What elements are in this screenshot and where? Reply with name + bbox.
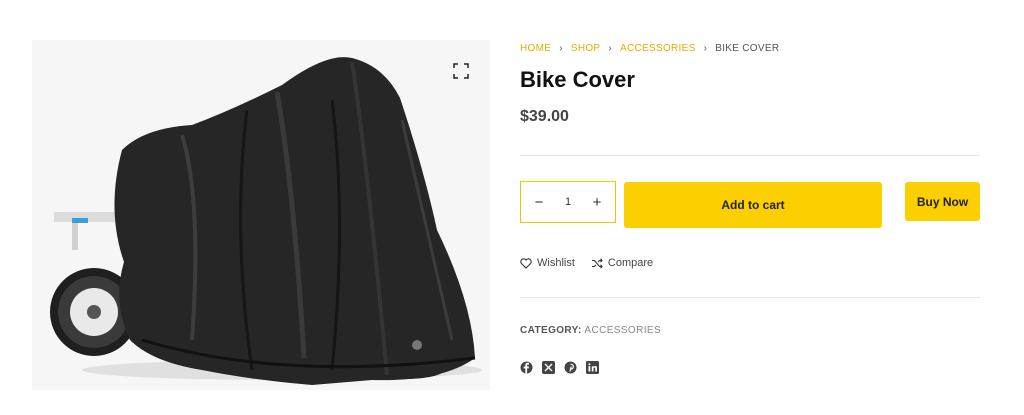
product-gallery[interactable] [32, 40, 490, 390]
compare-button[interactable]: Compare [591, 257, 653, 269]
product-actions: Wishlist Compare [520, 257, 669, 269]
pinterest-icon[interactable] [564, 361, 577, 374]
wishlist-button[interactable]: Wishlist [520, 257, 575, 269]
divider [520, 155, 980, 156]
category-link[interactable]: Accessories [584, 325, 661, 336]
social-share [520, 361, 608, 374]
compare-label: Compare [607, 257, 654, 269]
product-title: Bike Cover [520, 67, 635, 92]
buy-now-button[interactable]: Buy Now [905, 182, 980, 221]
chevron-right-icon: › [703, 43, 708, 54]
breadcrumb: Home › Shop › Accessories › Bike Cover [520, 43, 779, 54]
chevron-right-icon: › [559, 43, 563, 54]
quantity-increase-button[interactable]: + [589, 194, 605, 211]
breadcrumb-current: Bike Cover [715, 43, 780, 54]
chevron-right-icon: › [608, 43, 613, 54]
quantity-stepper: − + [520, 181, 616, 223]
breadcrumb-home[interactable]: Home [520, 43, 551, 54]
linkedin-icon[interactable] [586, 361, 599, 374]
quantity-input[interactable] [555, 196, 581, 208]
expand-icon[interactable] [452, 62, 470, 80]
product-price: $39.00 [520, 108, 569, 125]
heart-icon [520, 257, 532, 269]
product-category: CATEGORY: Accessories [520, 325, 661, 336]
product-summary: Home › Shop › Accessories › Bike Cover B… [520, 0, 980, 415]
wishlist-label: Wishlist [537, 257, 575, 269]
breadcrumb-accessories[interactable]: Accessories [620, 43, 696, 54]
x-twitter-icon[interactable] [542, 361, 555, 374]
breadcrumb-shop[interactable]: Shop [571, 43, 601, 54]
product-image[interactable] [32, 40, 490, 390]
quantity-decrease-button[interactable]: − [531, 194, 547, 211]
divider [520, 297, 980, 298]
category-label: CATEGORY: [520, 325, 582, 336]
facebook-icon[interactable] [520, 361, 533, 374]
add-to-cart-button[interactable]: Add to cart [624, 182, 882, 228]
shuffle-icon [591, 257, 603, 269]
